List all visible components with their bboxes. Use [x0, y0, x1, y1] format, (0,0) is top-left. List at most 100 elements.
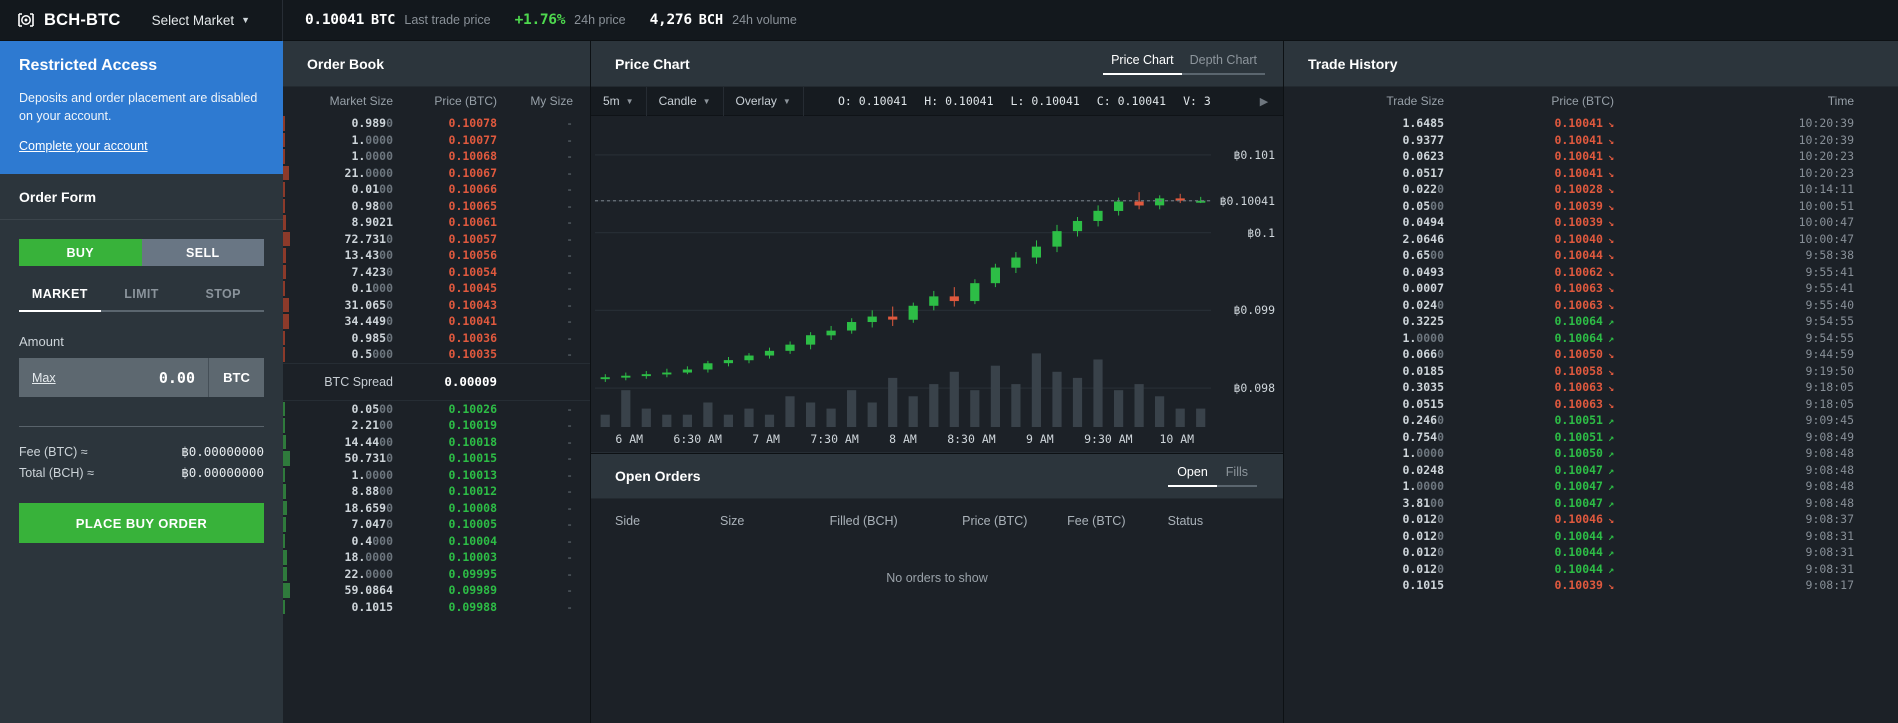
order-book-row[interactable]: 18.6590 0.10008 -	[283, 500, 590, 517]
total-row: Total (BCH) ≈ ฿0.00000000	[19, 465, 264, 480]
order-size: 0.9850	[351, 330, 393, 345]
order-book-row[interactable]: 0.1000 0.10045 -	[283, 280, 590, 297]
order-book-row[interactable]: 7.0470 0.10005 -	[283, 516, 590, 533]
trade-size: 0.1015	[1402, 578, 1444, 593]
open-orders-empty-message: No orders to show	[886, 571, 988, 585]
place-buy-order-button[interactable]: PLACE BUY ORDER	[19, 503, 264, 544]
trade-price: 0.10063 ↘	[1554, 380, 1615, 395]
order-form-header: Order Form	[0, 174, 283, 221]
trade-history-row: 1.0000 0.10047 ↗ 9:08:48	[1284, 478, 1898, 495]
order-my-size: -	[566, 314, 573, 329]
ohlc-low-label: L:	[1010, 94, 1025, 108]
play-icon[interactable]: ▶	[1245, 87, 1283, 116]
order-book-header: Order Book	[283, 41, 590, 87]
trade-time: 9:55:40	[1805, 297, 1854, 312]
order-book-row[interactable]: 0.0500 0.10026 -	[283, 401, 590, 418]
order-book-row[interactable]: 31.0650 0.10043 -	[283, 297, 590, 314]
order-my-size: -	[566, 297, 573, 312]
order-book-row[interactable]: 22.0000 0.09995 -	[283, 566, 590, 583]
max-link[interactable]: Max	[32, 371, 56, 385]
trade-history-row: 0.0220 0.10028 ↘ 10:14:11	[1284, 181, 1898, 198]
tab-stop[interactable]: STOP	[182, 287, 264, 312]
arrow-down-icon: ↘	[1607, 152, 1614, 164]
tab-limit[interactable]: LIMIT	[101, 287, 183, 312]
order-book-row[interactable]: 50.7310 0.10015 -	[283, 450, 590, 467]
order-book-row[interactable]: 1.0000 0.10013 -	[283, 467, 590, 484]
overlay-dropdown[interactable]: Overlay ▼	[724, 86, 804, 116]
trade-price: 0.10058 ↘	[1554, 363, 1615, 378]
tab-open[interactable]: Open	[1168, 465, 1217, 487]
order-book-row[interactable]: 2.2100 0.10019 -	[283, 417, 590, 434]
sell-button[interactable]: SELL	[141, 239, 264, 267]
trade-size: 0.9377	[1402, 132, 1444, 147]
order-book-row[interactable]: 34.4490 0.10041 -	[283, 313, 590, 330]
order-price: 0.10054	[448, 264, 497, 279]
arrow-down-icon: ↘	[1607, 515, 1614, 527]
depth-bar	[283, 248, 287, 263]
order-book-row[interactable]: 8.9021 0.10061 -	[283, 214, 590, 231]
bids-list: 0.0500 0.10026 - 2.2100 0.10019 - 14.4400 0.100…	[283, 401, 590, 616]
tab-depth-chart[interactable]: Depth Chart	[1181, 53, 1265, 75]
order-book-row[interactable]: 7.4230 0.10054 -	[283, 264, 590, 281]
order-book-row[interactable]: 0.4000 0.10004 -	[283, 533, 590, 550]
ohlc-close-label: C:	[1096, 94, 1111, 108]
order-book-row[interactable]: 59.0864 0.09989 -	[283, 582, 590, 599]
depth-bar	[283, 165, 289, 180]
order-book-row[interactable]: 21.0000 0.10067 -	[283, 165, 590, 182]
order-form-title: Order Form	[19, 188, 97, 205]
order-book-row[interactable]: 0.9850 0.10036 -	[283, 330, 590, 347]
interval-dropdown[interactable]: 5m ▼	[591, 86, 647, 116]
market-stats: 0.10041 BTC Last trade price +1.76% 24h …	[283, 12, 821, 28]
order-my-size: -	[566, 231, 573, 246]
order-my-size: -	[566, 330, 573, 345]
order-book-row[interactable]: 0.0100 0.10066 -	[283, 181, 590, 198]
asks-list: 0.9890 0.10078 - 1.0000 0.10077 - 1.0000 0.1006…	[283, 115, 590, 363]
price-chart-canvas[interactable]: ฿0.101 ฿0.10041 ฿0.1 ฿0.099 ฿0.098	[591, 116, 1283, 427]
trade-price: 0.10041 ↘	[1554, 116, 1615, 131]
order-book-row[interactable]: 0.9800 0.10065 -	[283, 198, 590, 215]
y-axis-tick: ฿0.101	[1233, 147, 1275, 162]
order-size: 0.1015	[351, 599, 393, 614]
order-size: 8.8800	[351, 484, 393, 499]
order-my-size: -	[566, 467, 573, 482]
tab-fills[interactable]: Fills	[1216, 465, 1257, 487]
buy-button[interactable]: BUY	[19, 239, 142, 267]
order-book-row[interactable]: 1.0000 0.10068 -	[283, 148, 590, 165]
order-price: 0.10035	[448, 347, 497, 362]
order-my-size: -	[566, 149, 573, 164]
amount-input[interactable]: Max 0.00	[19, 358, 208, 398]
last-price-unit: BTC	[371, 12, 396, 28]
order-book-row[interactable]: 18.0000 0.10003 -	[283, 549, 590, 566]
chart-type-dropdown[interactable]: Candle ▼	[647, 86, 724, 116]
trade-history-list: 1.6485 0.10041 ↘ 10:20:39 0.9377 0.10041 ↘ 10:2…	[1284, 115, 1898, 594]
order-book-row[interactable]: 72.7310 0.10057 -	[283, 231, 590, 248]
amount-unit-selector[interactable]: BTC	[208, 358, 264, 398]
amount-value: 0.00	[158, 368, 195, 387]
tab-market[interactable]: MARKET	[19, 287, 101, 313]
order-book-row[interactable]: 13.4300 0.10056 -	[283, 247, 590, 264]
order-price: 0.10056	[448, 248, 497, 263]
trade-time: 9:55:41	[1805, 281, 1854, 296]
trade-history-row: 0.7540 0.10051 ↗ 9:08:49	[1284, 429, 1898, 446]
order-size: 21.0000	[344, 165, 393, 180]
trade-time: 10:00:47	[1798, 215, 1854, 230]
order-my-size: -	[566, 533, 573, 548]
chart-y-axis-labels: ฿0.101 ฿0.10041 ฿0.1 ฿0.099 ฿0.098	[1205, 116, 1275, 427]
order-book-row[interactable]: 0.5000 0.10035 -	[283, 346, 590, 363]
x-axis-tick: 9:30 AM	[1084, 432, 1133, 446]
arrow-up-icon: ↗	[1607, 564, 1614, 576]
complete-account-link[interactable]: Complete your account	[19, 139, 148, 153]
trade-size: 0.0220	[1402, 182, 1444, 197]
market-selector[interactable]: BCH-BTC Select Market ▼	[0, 0, 283, 41]
order-book-row[interactable]: 1.0000 0.10077 -	[283, 132, 590, 149]
select-market-dropdown[interactable]: Select Market ▼	[152, 13, 250, 28]
tab-price-chart[interactable]: Price Chart	[1103, 53, 1182, 75]
trade-time: 9:54:55	[1805, 314, 1854, 329]
order-book-row[interactable]: 0.9890 0.10078 -	[283, 115, 590, 132]
order-book-row[interactable]: 0.1015 0.09988 -	[283, 599, 590, 616]
order-book-row[interactable]: 8.8800 0.10012 -	[283, 483, 590, 500]
order-price: 0.10057	[448, 231, 497, 246]
trade-price: 0.10051 ↗	[1554, 413, 1615, 428]
trade-time: 9:08:48	[1805, 495, 1854, 510]
order-book-row[interactable]: 14.4400 0.10018 -	[283, 434, 590, 451]
